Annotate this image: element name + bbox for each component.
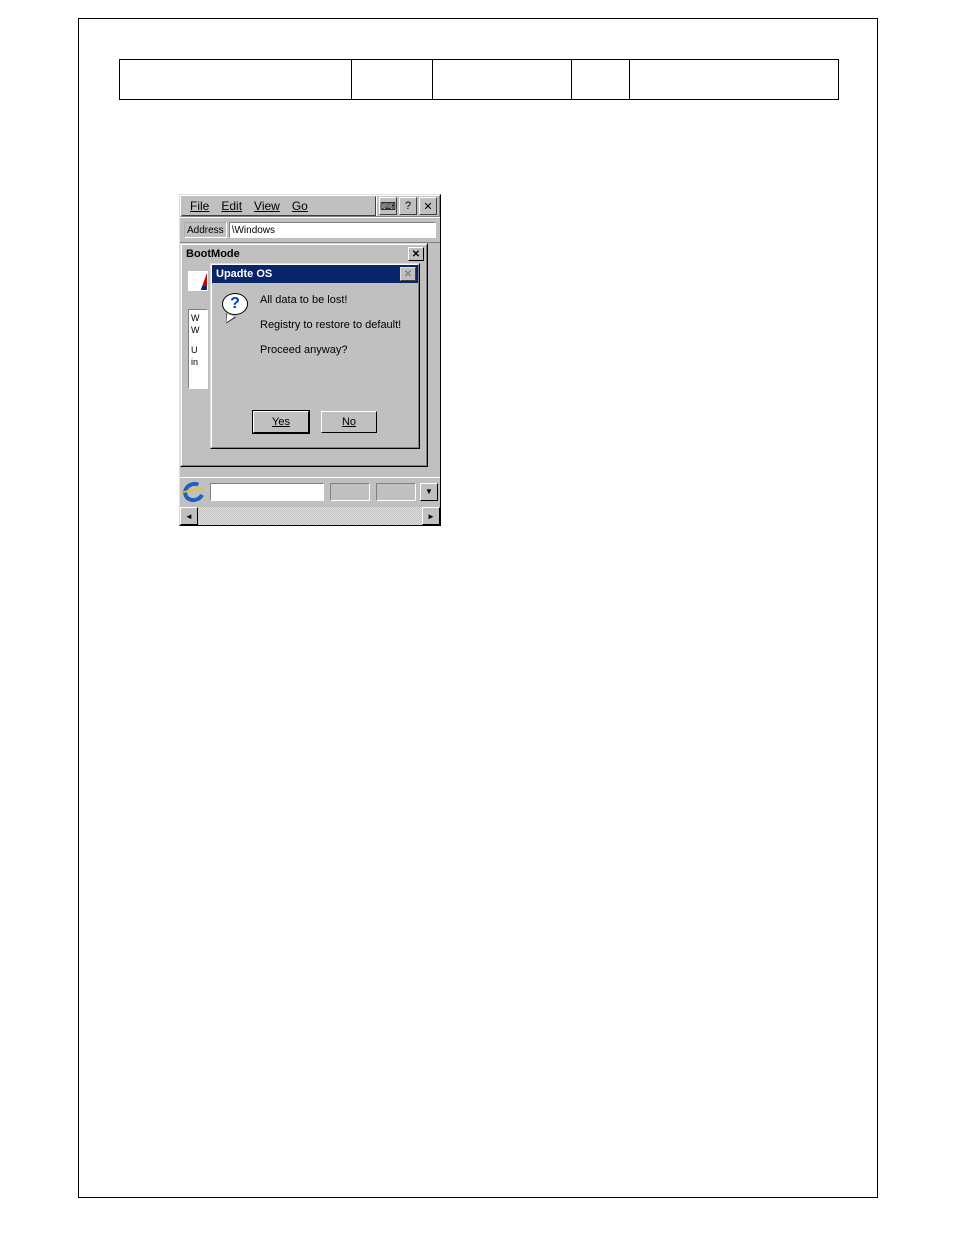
bootmode-window: BootMode ✕ W W U in: [180, 243, 428, 467]
updateos-titlebar: Upadte OS ✕: [212, 265, 418, 283]
scroll-track[interactable]: [198, 507, 422, 525]
address-bar: Address \Windows: [180, 217, 440, 243]
close-button[interactable]: ✕: [419, 197, 437, 215]
menubar-row: File Edit View Go ⌨ ? ✕: [180, 195, 440, 217]
explorer-window: File Edit View Go ⌨ ? ✕ Address \Windows…: [179, 194, 441, 526]
help-button[interactable]: ?: [399, 197, 417, 215]
header-table: [119, 59, 839, 100]
scroll-left-button[interactable]: ◄: [180, 507, 198, 525]
status-cell-2: [330, 483, 370, 501]
page-border: File Edit View Go ⌨ ? ✕ Address \Windows…: [78, 18, 878, 1198]
updateos-close-button: ✕: [400, 267, 416, 281]
ie-icon[interactable]: [182, 481, 206, 503]
keyboard-icon[interactable]: ⌨: [379, 197, 397, 215]
bootmode-textbox: W W U in: [188, 309, 208, 389]
bootmode-app-icon: [188, 271, 208, 291]
scroll-right-button[interactable]: ►: [422, 507, 440, 525]
menu-view[interactable]: View: [248, 197, 286, 215]
scroll-down-button[interactable]: ▼: [420, 483, 438, 501]
updateos-message: All data to be lost! Registry to restore…: [260, 293, 401, 368]
bootmode-titlebar: BootMode ✕: [182, 245, 426, 263]
taskbar-strip: ▼: [180, 477, 440, 505]
address-label: Address: [184, 222, 227, 238]
horizontal-scrollbar: ◄ ►: [180, 507, 440, 525]
no-button[interactable]: No: [321, 411, 377, 433]
bootmode-close-button[interactable]: ✕: [408, 247, 424, 261]
address-input[interactable]: \Windows: [229, 222, 436, 238]
question-icon: ?: [222, 293, 250, 321]
yes-button[interactable]: Yes: [253, 411, 309, 433]
menu-go[interactable]: Go: [286, 197, 314, 215]
menubar: File Edit View Go: [181, 196, 376, 216]
menu-file[interactable]: File: [184, 197, 215, 215]
menubar-right: ⌨ ? ✕: [376, 196, 439, 216]
bootmode-title: BootMode: [184, 248, 240, 260]
status-cell-3: [376, 483, 416, 501]
updateos-dialog: Upadte OS ✕ ?: [210, 263, 420, 449]
menu-edit[interactable]: Edit: [215, 197, 248, 215]
updateos-title: Upadte OS: [214, 268, 272, 280]
status-cell-1: [210, 483, 324, 501]
